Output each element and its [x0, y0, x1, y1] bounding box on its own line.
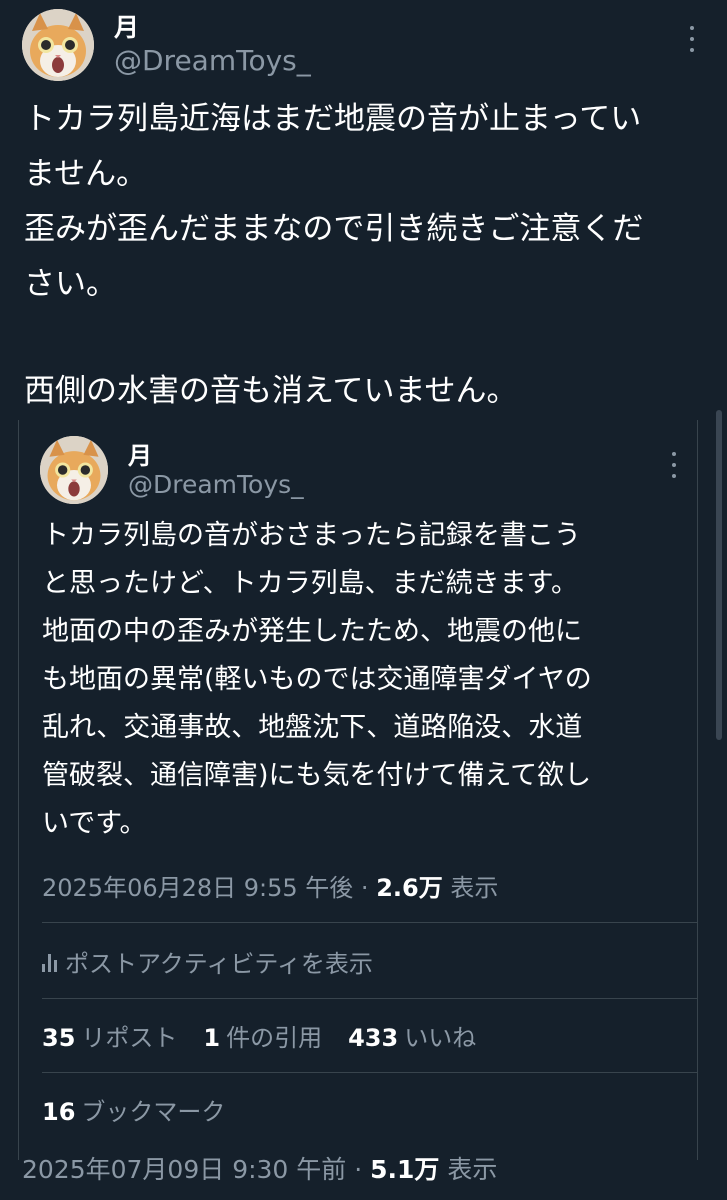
- quoted-author-display-name[interactable]: 月: [128, 436, 153, 471]
- quoted-tweet-text: トカラ列島の音がおさまったら記録を書こう と思ったけど、トカラ列島、まだ続きます…: [42, 512, 692, 848]
- reposts-count: 35: [42, 1024, 76, 1052]
- cat-avatar-image: [22, 9, 94, 81]
- more-options-icon[interactable]: [662, 450, 686, 480]
- quoted-timestamp[interactable]: 2025年06月28日 9:55 午後 · 2.6万 表示: [42, 868, 498, 903]
- author-handle[interactable]: @DreamToys_: [114, 44, 311, 77]
- likes-stat[interactable]: 433 いいね: [348, 1018, 476, 1053]
- tweet-detail-page: 月 @DreamToys_ トカラ列島近海はまだ地震の音が止まってい ません。 …: [0, 0, 727, 1200]
- author-display-name[interactable]: 月: [114, 8, 140, 44]
- quoted-author-handle[interactable]: @DreamToys_: [128, 470, 304, 499]
- views-count: 5.1万: [370, 1155, 440, 1184]
- tweet-text-line: ません。: [24, 156, 148, 192]
- tweet-timestamp[interactable]: 2025年07月09日 9:30 午前 · 5.1万 表示: [22, 1150, 497, 1186]
- quoted-text-line: トカラ列島の音がおさまったら記録を書こう: [42, 520, 581, 551]
- quotes-stat[interactable]: 1 件の引用: [203, 1018, 322, 1053]
- likes-count: 433: [348, 1024, 399, 1052]
- more-options-icon[interactable]: [680, 24, 704, 54]
- reposts-label: リポスト: [81, 1024, 178, 1052]
- bookmarks-label: ブックマーク: [81, 1098, 226, 1126]
- bookmarks-count: 16: [42, 1098, 76, 1126]
- avatar[interactable]: [22, 9, 94, 81]
- tweet-text-line: 西側の水害の音も消えていません。: [24, 373, 518, 409]
- tweet-text-line: 歪みが歪んだままなので引き続きご注意くだ: [24, 211, 644, 247]
- timestamp-text[interactable]: 2025年07月09日 9:30 午前 ·: [22, 1155, 370, 1184]
- post-activity-label[interactable]: ポストアクティビティを表示: [65, 944, 373, 979]
- quoted-text-line: と思ったけど、トカラ列島、まだ続きます。: [42, 568, 578, 599]
- tweet-text-line: トカラ列島近海はまだ地震の音が止まってい: [24, 101, 642, 137]
- quoted-text-line: 乱れ、交通事故、地盤沈下、道路陥没、水道: [42, 712, 583, 743]
- likes-label: いいね: [404, 1024, 477, 1052]
- quotes-label: 件の引用: [226, 1024, 323, 1052]
- activity-chart-icon: [42, 952, 57, 972]
- divider: [42, 922, 698, 923]
- tweet-text: トカラ列島近海はまだ地震の音が止まってい ません。 歪みが歪んだままなので引き続…: [24, 92, 704, 419]
- quoted-avatar[interactable]: [40, 436, 108, 504]
- quoted-text-line: も地面の異常(軽いものでは交通障害ダイヤの: [42, 664, 592, 695]
- post-activity-link[interactable]: ポストアクティビティを表示: [42, 944, 373, 979]
- quoted-views-label: 表示: [442, 874, 499, 902]
- cat-avatar-image: [40, 436, 108, 504]
- quotes-count: 1: [203, 1024, 221, 1052]
- divider: [42, 1072, 698, 1073]
- quoted-text-line: 地面の中の歪みが発生したため、地震の他に: [42, 616, 582, 647]
- views-label: 表示: [439, 1155, 498, 1184]
- bookmarks-stat[interactable]: 16 ブックマーク: [42, 1092, 225, 1127]
- scrollbar[interactable]: [716, 410, 722, 740]
- reposts-stat[interactable]: 35 リポスト: [42, 1018, 177, 1053]
- quoted-views-count: 2.6万: [376, 874, 443, 902]
- divider: [42, 998, 698, 999]
- tweet-text-line: さい。: [24, 266, 117, 302]
- quoted-text-line: 管破裂、通信障害)にも気を付けて備えて欲し: [42, 760, 592, 791]
- quoted-timestamp-text[interactable]: 2025年06月28日 9:55 午後 ·: [42, 874, 376, 902]
- engagement-stats: 35 リポスト 1 件の引用 433 いいね: [42, 1018, 476, 1053]
- quoted-text-line: いです。: [42, 808, 147, 839]
